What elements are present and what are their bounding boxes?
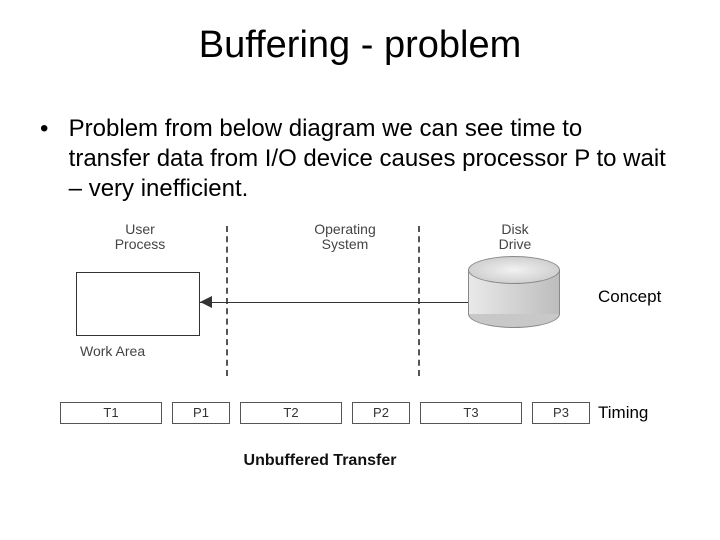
bullet-item: • Problem from below diagram we can see …	[40, 114, 680, 204]
divider-1	[226, 226, 228, 376]
diagram-caption: Unbuffered Transfer	[50, 452, 590, 470]
label-work-area: Work Area	[80, 344, 150, 359]
divider-2	[418, 226, 420, 376]
disk-icon	[468, 256, 560, 328]
work-area-box	[76, 272, 200, 336]
slide: Buffering - problem • Problem from below…	[0, 0, 720, 540]
timing-box-p1: P1	[172, 402, 230, 424]
label-operating-system: OperatingSystem	[300, 222, 390, 253]
bullet-text: Problem from below diagram we can see ti…	[69, 114, 669, 204]
timing-box-t2: T2	[240, 402, 342, 424]
label-user-process: UserProcess	[105, 222, 175, 253]
disk-top	[468, 256, 560, 284]
timing-box-p2: P2	[352, 402, 410, 424]
slide-title: Buffering - problem	[0, 24, 720, 67]
timing-box-p3: P3	[532, 402, 590, 424]
timing-box-t3: T3	[420, 402, 522, 424]
bullet-dot: •	[40, 114, 62, 144]
concept-diagram: UserProcess OperatingSystem DiskDrive Wo…	[50, 220, 670, 480]
label-concept: Concept	[598, 288, 678, 307]
label-timing: Timing	[598, 404, 678, 423]
timing-row: T1 P1 T2 P2 T3 P3	[50, 402, 590, 428]
label-disk-drive: DiskDrive	[485, 222, 545, 253]
timing-box-t1: T1	[60, 402, 162, 424]
data-arrow-head-icon	[200, 296, 212, 308]
